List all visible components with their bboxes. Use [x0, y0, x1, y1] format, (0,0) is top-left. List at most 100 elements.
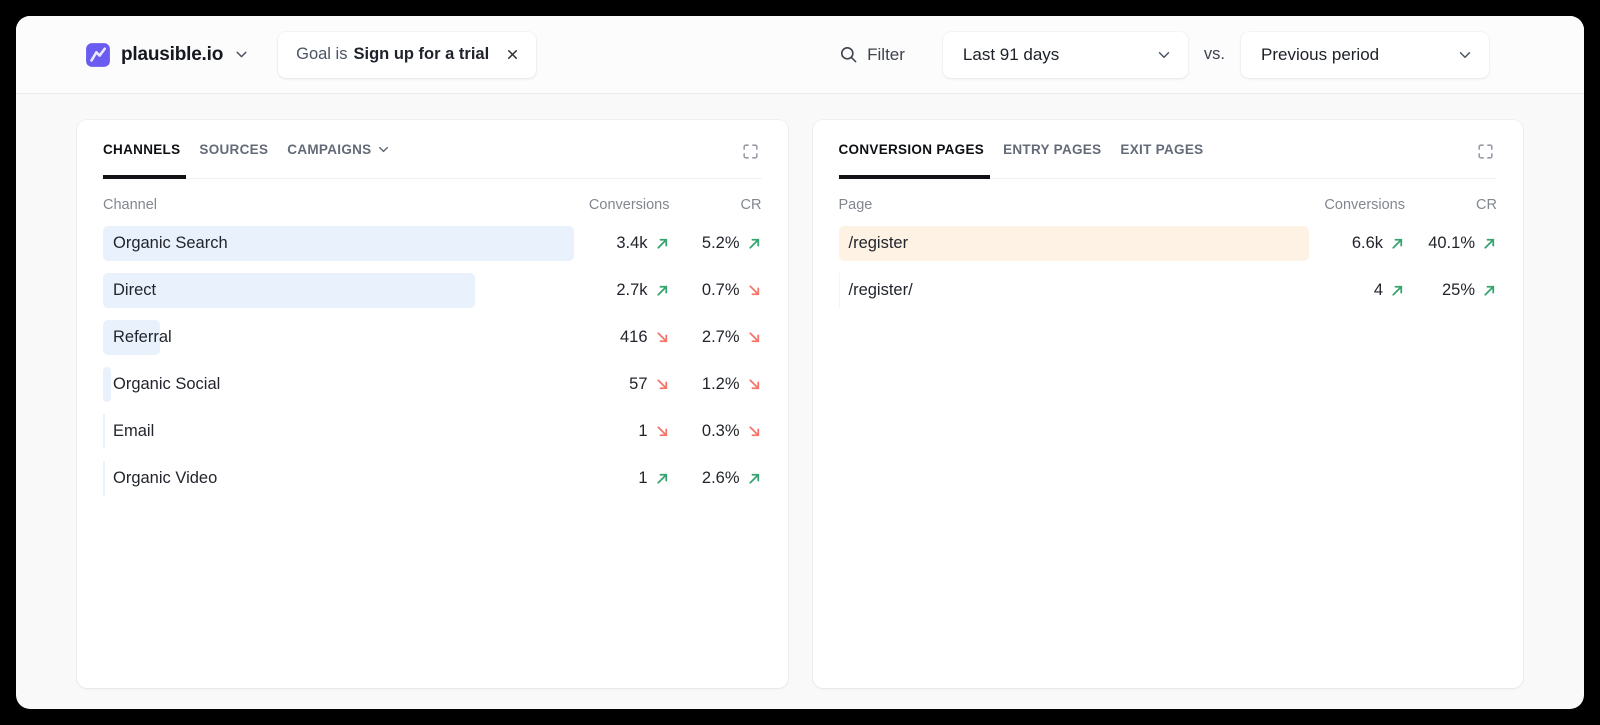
- tabs: CHANNELS SOURCES CAMPAIGNS: [103, 142, 391, 178]
- expand-button[interactable]: [739, 140, 762, 163]
- trend-up-icon: [1482, 283, 1497, 298]
- app-window: plausible.io Goal is Sign up for a trial…: [16, 16, 1584, 709]
- table-body: /register 6.6k 40.1% /register/4 25%: [839, 226, 1498, 308]
- row-label: /register: [839, 234, 909, 253]
- cr-cell: 0.3%: [670, 422, 762, 441]
- cr-cell: 1.2%: [670, 375, 762, 394]
- table-row[interactable]: Email10.3%: [103, 414, 762, 449]
- filter-button[interactable]: Filter: [839, 45, 905, 65]
- cr-value: 0.3%: [702, 422, 740, 441]
- conversion-pages-panel: CONVERSION PAGES ENTRY PAGES EXIT PAGES Pa…: [813, 120, 1524, 688]
- comparison-value: Previous period: [1261, 45, 1379, 65]
- column-headers: ChannelConversionsCR: [103, 197, 762, 213]
- column-header: Channel: [103, 197, 574, 213]
- expand-icon: [1476, 142, 1495, 161]
- chevron-down-icon: [233, 46, 250, 63]
- row-label: Direct: [103, 281, 156, 300]
- cr-cell: 0.7%: [670, 281, 762, 300]
- row-label-cell: Direct: [103, 273, 574, 308]
- trend-down-icon: [655, 377, 670, 392]
- close-icon[interactable]: [505, 47, 520, 62]
- trend-up-icon: [1390, 236, 1405, 251]
- row-label: Organic Video: [103, 469, 217, 488]
- table-row[interactable]: Organic Social571.2%: [103, 367, 762, 402]
- site-name: plausible.io: [121, 44, 223, 66]
- comparison-select[interactable]: Previous period: [1241, 32, 1489, 78]
- row-label: Organic Social: [103, 375, 220, 394]
- column-headers: PageConversionsCR: [839, 197, 1498, 213]
- cr-value: 25%: [1442, 281, 1475, 300]
- row-label: /register/: [839, 281, 913, 300]
- trend-up-icon: [1390, 283, 1405, 298]
- tab-entry-pages[interactable]: ENTRY PAGES: [1003, 142, 1101, 178]
- tab-label: EXIT PAGES: [1120, 142, 1203, 157]
- trend-down-icon: [747, 424, 762, 439]
- tab-exit-pages[interactable]: EXIT PAGES: [1120, 142, 1203, 178]
- cr-value: 2.7%: [702, 328, 740, 347]
- trend-up-icon: [655, 283, 670, 298]
- cr-cell: 25%: [1405, 281, 1497, 300]
- table-row[interactable]: Organic Search3.4k5.2%: [103, 226, 762, 261]
- value-bar: [103, 273, 475, 308]
- trend-up-icon: [655, 236, 670, 251]
- cr-cell: 2.6%: [670, 469, 762, 488]
- conversions-value: 4: [1374, 281, 1383, 300]
- trend-up-icon: [747, 471, 762, 486]
- conversions-value: 416: [620, 328, 648, 347]
- conversions-cell: 2.7k: [574, 281, 670, 300]
- row-label-cell: Organic Video: [103, 461, 574, 496]
- cr-cell: 2.7%: [670, 328, 762, 347]
- site-picker[interactable]: plausible.io: [85, 42, 250, 68]
- trend-down-icon: [747, 283, 762, 298]
- panel-header: CONVERSION PAGES ENTRY PAGES EXIT PAGES: [839, 142, 1498, 179]
- table-row[interactable]: /register 6.6k 40.1%: [839, 226, 1498, 261]
- tab-sources[interactable]: SOURCES: [199, 142, 268, 178]
- tabs: CONVERSION PAGES ENTRY PAGES EXIT PAGES: [839, 142, 1204, 178]
- date-range-select[interactable]: Last 91 days: [943, 32, 1188, 78]
- trend-down-icon: [655, 330, 670, 345]
- column-header: Conversions: [574, 197, 670, 213]
- table-row[interactable]: Direct 2.7k 0.7%: [103, 273, 762, 308]
- trend-up-icon: [747, 236, 762, 251]
- cr-value: 40.1%: [1428, 234, 1475, 253]
- search-icon: [839, 45, 858, 64]
- conversions-cell: 416: [574, 328, 670, 347]
- tab-label: ENTRY PAGES: [1003, 142, 1101, 157]
- trend-down-icon: [655, 424, 670, 439]
- trend-down-icon: [747, 377, 762, 392]
- column-header: Page: [839, 197, 1310, 213]
- dashboard-body: CHANNELS SOURCES CAMPAIGNS ChannelConversi…: [16, 94, 1584, 688]
- expand-button[interactable]: [1474, 140, 1497, 163]
- tab-label: CAMPAIGNS: [287, 142, 371, 157]
- cr-cell: 40.1%: [1405, 234, 1497, 253]
- chevron-down-icon: [1155, 46, 1173, 64]
- conversions-cell: 6.6k: [1309, 234, 1405, 253]
- tab-label: SOURCES: [199, 142, 268, 157]
- goal-filter-chip[interactable]: Goal is Sign up for a trial: [278, 32, 536, 78]
- table-row[interactable]: Organic Video 1 2.6%: [103, 461, 762, 496]
- conversions-value: 1: [638, 469, 647, 488]
- goal-filter-value: Sign up for a trial: [353, 45, 489, 64]
- conversions-value: 2.7k: [616, 281, 647, 300]
- row-label-cell: Referral: [103, 320, 574, 355]
- table-row[interactable]: /register/4 25%: [839, 273, 1498, 308]
- channels-panel: CHANNELS SOURCES CAMPAIGNS ChannelConversi…: [77, 120, 788, 688]
- conversions-cell: 3.4k: [574, 234, 670, 253]
- cr-cell: 5.2%: [670, 234, 762, 253]
- column-header: CR: [1405, 197, 1497, 213]
- cr-value: 2.6%: [702, 469, 740, 488]
- tab-channels[interactable]: CHANNELS: [103, 142, 180, 178]
- tab-campaigns[interactable]: CAMPAIGNS: [287, 142, 391, 178]
- chevron-down-icon: [376, 142, 391, 157]
- table-row[interactable]: Referral 416 2.7%: [103, 320, 762, 355]
- tab-label: CONVERSION PAGES: [839, 142, 985, 157]
- row-label-cell: Organic Social: [103, 367, 574, 402]
- conversions-cell: 1: [574, 422, 670, 441]
- tab-conversion-pages[interactable]: CONVERSION PAGES: [839, 142, 985, 178]
- trend-up-icon: [1482, 236, 1497, 251]
- chevron-down-icon: [1456, 46, 1474, 64]
- row-label-cell: /register: [839, 226, 1310, 261]
- table-body: Organic Search3.4k5.2% Direct 2.7k 0.7% Refe…: [103, 226, 762, 496]
- row-label-cell: /register/: [839, 273, 1310, 308]
- conversions-cell: 4: [1309, 281, 1405, 300]
